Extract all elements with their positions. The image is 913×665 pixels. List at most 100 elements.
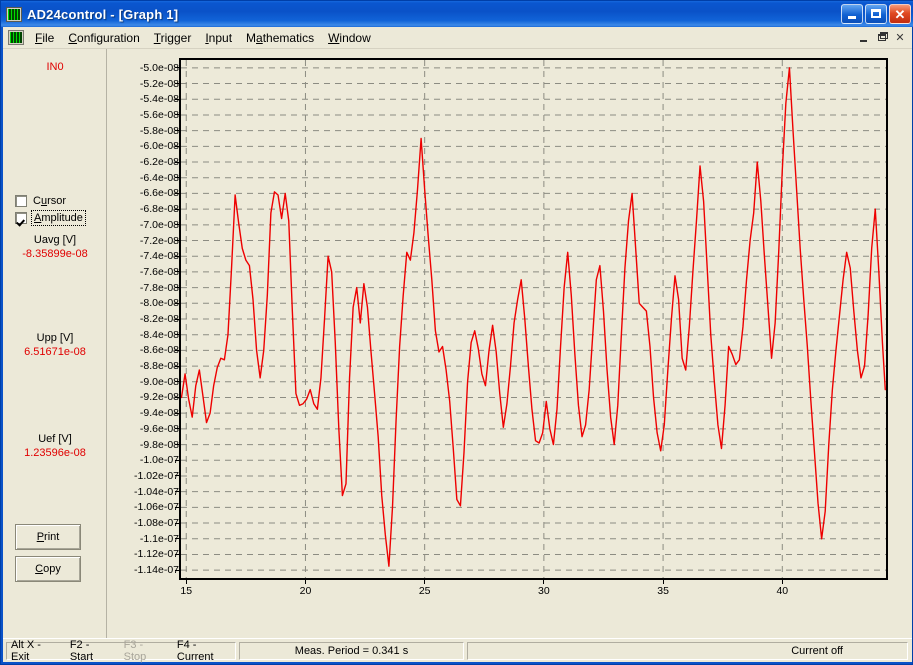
y-axis-tick-label: -9.6e-08 xyxy=(139,422,179,435)
y-axis-tick-label: -7.8e-08 xyxy=(139,281,179,294)
shortcut-start[interactable]: F2 - Start xyxy=(70,639,112,663)
menu-item-trigger[interactable]: Trigger xyxy=(147,29,199,47)
y-axis-tick-mark xyxy=(175,98,179,100)
measurement-uavg: Uavg [V] -8.35899e-08 xyxy=(3,234,107,260)
y-axis-tick-label: -5.2e-08 xyxy=(139,77,179,90)
y-axis-tick-mark xyxy=(175,161,179,163)
y-axis-tick-label: -7.4e-08 xyxy=(139,250,179,263)
menu-item-window-label: indow xyxy=(339,30,371,45)
application-window: AD24control - [Graph 1] ✕ File Configura… xyxy=(0,0,913,665)
copy-button[interactable]: Copy xyxy=(15,556,81,582)
waveform-plot[interactable] xyxy=(181,60,886,578)
y-axis-tick-mark xyxy=(175,444,179,446)
y-axis-tick-mark xyxy=(175,287,179,289)
y-axis-tick-label: -6.6e-08 xyxy=(139,187,179,200)
y-axis-tick-label: -7.0e-08 xyxy=(139,218,179,231)
maximize-button[interactable] xyxy=(865,4,887,24)
y-axis-tick-mark xyxy=(175,522,179,524)
measurement-upp-name: Upp [V] xyxy=(36,332,74,344)
menu-item-window[interactable]: Window xyxy=(321,29,378,47)
mdi-window-controls: ✕ xyxy=(856,31,908,45)
y-axis-tick-label: -9.4e-08 xyxy=(139,407,179,420)
y-axis-tick-label: -1.08e-07 xyxy=(134,517,179,530)
y-axis-tick-label: -8.2e-08 xyxy=(139,313,179,325)
measurement-upp-value: 6.51671e-08 xyxy=(24,346,86,358)
y-axis-tick-mark xyxy=(175,177,179,179)
measurement-uavg-value: -8.35899e-08 xyxy=(22,248,88,260)
y-axis-tick-label: -6.2e-08 xyxy=(139,156,179,169)
document-icon[interactable] xyxy=(8,30,24,45)
y-axis-tick-mark xyxy=(175,240,179,241)
status-pane-shortcuts: Alt X - Exit F2 - Start F3 - Stop F4 - C… xyxy=(6,638,236,663)
menu-item-file[interactable]: File xyxy=(28,29,61,47)
y-axis-tick-mark xyxy=(175,334,179,336)
close-icon: ✕ xyxy=(894,6,906,22)
y-axis-tick-mark xyxy=(175,396,179,398)
menu-item-configuration[interactable]: Configuration xyxy=(61,29,146,47)
status-pane-current: Current off xyxy=(467,641,908,660)
y-axis-tick-label: -1.06e-07 xyxy=(134,501,179,514)
y-axis-tick-mark xyxy=(175,224,179,226)
y-axis-tick-mark xyxy=(175,83,179,85)
y-axis-tick-mark xyxy=(175,192,179,194)
y-axis-tick-label: -1.14e-07 xyxy=(134,564,179,577)
shortcut-current[interactable]: F4 - Current xyxy=(177,639,231,663)
x-axis-tick-label: 20 xyxy=(299,585,312,597)
checkbox-row-amplitude[interactable]: Amplitude xyxy=(15,210,86,226)
y-axis-tick-mark xyxy=(175,145,179,147)
menu-item-input-label: nput xyxy=(208,30,233,45)
measurement-uef: Uef [V] 1.23596e-08 xyxy=(3,433,107,459)
y-axis-tick-label: -9.8e-08 xyxy=(139,438,179,451)
y-axis-tick-label: -6.0e-08 xyxy=(139,140,179,153)
mdi-minimize-button[interactable] xyxy=(856,31,872,45)
mdi-restore-button[interactable] xyxy=(874,31,890,45)
y-axis-tick-mark xyxy=(175,114,179,116)
shortcut-exit[interactable]: Alt X - Exit xyxy=(11,639,58,663)
checkbox-row-cursor[interactable]: Cursor xyxy=(15,195,66,207)
y-axis-tick-mark xyxy=(175,412,179,414)
y-axis-tick-mark xyxy=(175,506,179,508)
x-axis-tick-label: 30 xyxy=(538,585,550,597)
x-axis-tick-label: 35 xyxy=(657,585,669,597)
channel-label: IN0 xyxy=(46,61,64,73)
x-axis-tick-mark xyxy=(543,580,545,584)
mdi-close-button[interactable]: ✕ xyxy=(892,31,908,45)
y-axis-tick-mark xyxy=(175,381,179,383)
x-axis-tick-label: 15 xyxy=(180,585,193,597)
menu-item-file-label: ile xyxy=(42,30,55,45)
print-button-label: Print xyxy=(36,531,60,543)
copy-button-label: Copy xyxy=(35,563,61,575)
close-button[interactable]: ✕ xyxy=(889,4,911,24)
x-axis-tick-mark xyxy=(185,580,187,584)
x-axis-tick-mark xyxy=(304,580,306,584)
window-title: AD24control - [Graph 1] xyxy=(27,6,179,22)
y-axis-tick-label: -5.6e-08 xyxy=(139,108,179,121)
y-axis-tick-label: -1.04e-07 xyxy=(134,485,179,498)
y-axis-tick-label: -1.0e-07 xyxy=(139,454,179,467)
y-axis-tick-mark xyxy=(175,553,179,555)
menu-item-input[interactable]: Input xyxy=(198,29,239,47)
status-pane-period: Meas. Period = 0.341 s xyxy=(239,641,464,660)
amplitude-checkbox[interactable] xyxy=(15,212,27,224)
minimize-button[interactable] xyxy=(841,4,863,24)
y-axis-tick-label: -5.4e-08 xyxy=(139,93,179,106)
work-area: IN0 Cursor Amplitude Uavg [V] -8.35899e-… xyxy=(3,49,912,638)
menu-item-mathematics[interactable]: Mathematics xyxy=(239,29,321,47)
measurement-panel: IN0 Cursor Amplitude Uavg [V] -8.35899e-… xyxy=(3,49,107,638)
x-axis-tick-mark xyxy=(781,580,783,584)
shortcut-stop: F3 - Stop xyxy=(123,638,147,663)
y-axis-tick-label: -9.2e-08 xyxy=(139,391,179,404)
cursor-checkbox[interactable] xyxy=(15,195,27,207)
menu-item-trigger-label: rigger xyxy=(160,30,192,45)
plot-frame[interactable] xyxy=(179,58,888,580)
y-axis-tick-label: -7.2e-08 xyxy=(139,234,179,247)
status-bar: Alt X - Exit F2 - Start F3 - Stop F4 - C… xyxy=(3,638,912,663)
title-bar: AD24control - [Graph 1] ✕ xyxy=(1,1,913,27)
x-axis-tick-mark xyxy=(424,580,426,584)
y-axis-tick-label: -6.8e-08 xyxy=(139,203,179,216)
y-axis-tick-label: -8.4e-08 xyxy=(139,328,179,341)
y-axis-tick-mark xyxy=(175,130,179,132)
print-button[interactable]: Print xyxy=(15,524,81,550)
y-axis-tick-label: -7.6e-08 xyxy=(139,265,179,278)
y-axis-tick-mark xyxy=(175,459,179,461)
